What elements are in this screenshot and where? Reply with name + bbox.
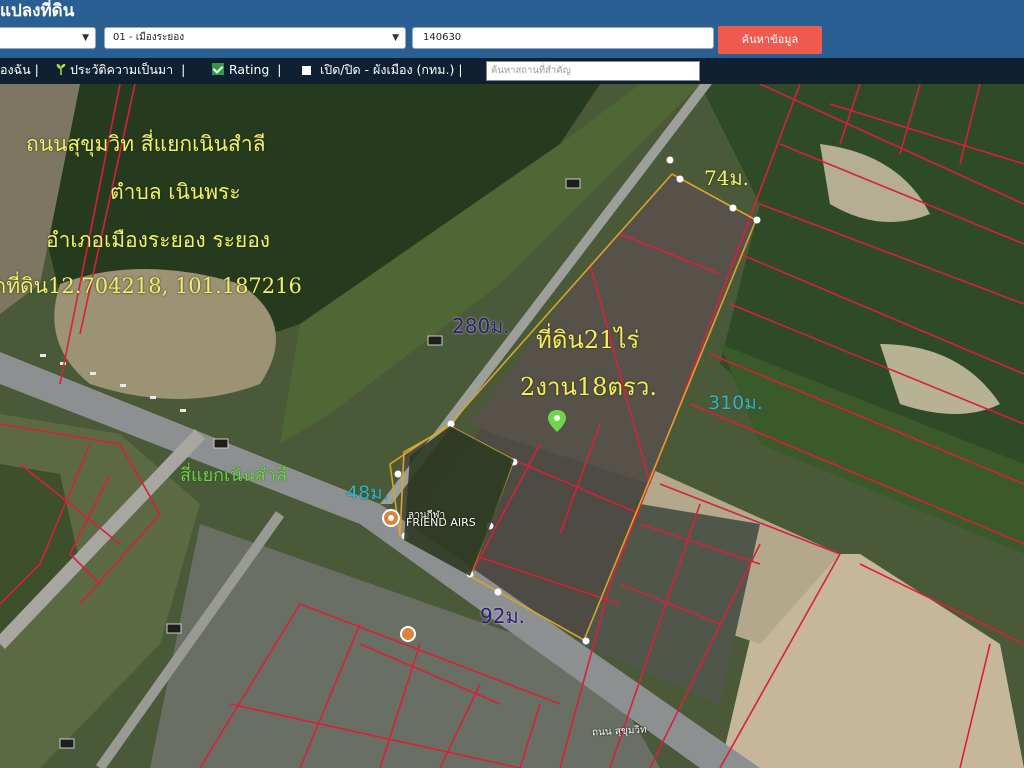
- parcel-number-input[interactable]: 140630: [412, 27, 714, 49]
- filter-bar: ▼ 01 - เมืองระยอง ▼ 140630 ค้นหาข้อมูล: [0, 24, 1024, 58]
- province-select[interactable]: ▼: [0, 27, 96, 49]
- satellite-map[interactable]: ถนนสุขุมวิท สี่แยกเนินสำลี ตำบล เนินพระ …: [0, 84, 1024, 768]
- location-line-subdistrict: ตำบล เนินพระ: [110, 180, 241, 204]
- district-select-value: 01 - เมืองระยอง: [113, 32, 185, 43]
- app-header: แปลงที่ดิน: [0, 0, 1024, 24]
- land-area-line1: ที่ดิน21ไร่: [536, 326, 640, 354]
- toolbar-item-mine-label: องฉัน: [0, 62, 31, 77]
- search-button[interactable]: ค้นหาข้อมูล: [718, 26, 822, 54]
- toolbar-item-rating[interactable]: Rating |: [212, 58, 281, 84]
- toolbar-item-mine[interactable]: องฉัน |: [0, 58, 39, 84]
- rating-checkbox[interactable]: [212, 63, 224, 75]
- location-line-coordinates: พิกัดที่ดิน12.704218, 101.187216: [0, 274, 302, 298]
- toolbar-item-history[interactable]: ประวัติความเป็นมา |: [54, 58, 185, 84]
- location-line-road: ถนนสุขุมวิท สี่แยกเนินสำลี: [26, 132, 266, 156]
- dimension-bottom: 92ม.: [480, 604, 525, 628]
- dimension-small: 48ม.: [346, 482, 389, 504]
- district-select[interactable]: 01 - เมืองระยอง ▼: [104, 27, 406, 49]
- junction-label: สี่แยกเนินสำลี: [180, 465, 287, 486]
- page-title: แปลงที่ดิน: [0, 1, 75, 21]
- toolbar-item-rating-label: Rating: [229, 62, 270, 77]
- dimension-top: 74ม.: [704, 166, 749, 190]
- place-search-placeholder: ค้นหาสถานที่สำคัญ: [491, 65, 571, 76]
- dropdown-arrow-icon: ▼: [82, 33, 89, 43]
- land-area-line2: 2งาน18ตรว.: [520, 373, 657, 401]
- toolbar-item-history-label: ประวัติความเป็นมา: [70, 62, 174, 77]
- dropdown-arrow-icon: ▼: [392, 33, 399, 43]
- location-line-district: อำเภอเมืองระยอง ระยอง: [46, 228, 271, 252]
- dimension-left: 280ม.: [452, 314, 510, 338]
- dimension-right: 310ม.: [708, 392, 763, 414]
- map-toolbar: องฉัน | ประวัติความเป็นมา | Rating | เปิ…: [0, 58, 1024, 84]
- parcel-number-value: 140630: [423, 32, 462, 43]
- cityplan-checkbox[interactable]: [302, 66, 311, 75]
- toolbar-item-cityplan[interactable]: เปิด/ปิด - ผังเมือง (กทม.) |: [302, 58, 463, 84]
- toolbar-item-cityplan-label: เปิด/ปิด - ผังเมือง (กทม.): [319, 62, 455, 77]
- poi-label: FRIEND AIRS: [406, 516, 476, 529]
- place-search-input[interactable]: ค้นหาสถานที่สำคัญ: [486, 61, 700, 81]
- road-label: ถนน สุขุมวิท: [591, 724, 647, 739]
- sprout-icon: [56, 64, 66, 75]
